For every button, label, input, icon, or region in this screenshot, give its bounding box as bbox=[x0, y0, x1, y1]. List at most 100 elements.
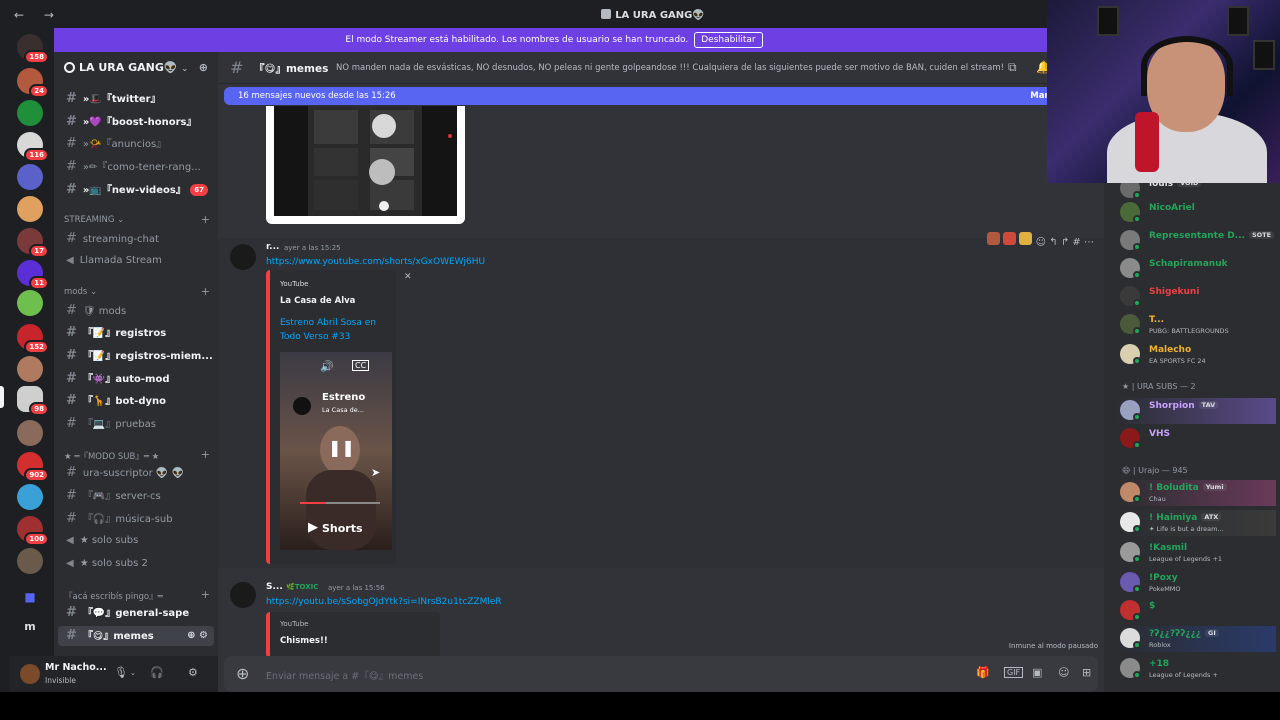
embed-provider[interactable]: YouTube bbox=[280, 620, 308, 628]
member-item[interactable]: VHS bbox=[1116, 426, 1276, 452]
channel-registros-miembros[interactable]: ▸#『📝』registros-miem... bbox=[58, 346, 214, 366]
server-icon-8[interactable]: 11 bbox=[17, 260, 49, 290]
server-header[interactable]: LA URA GANG👽 ⌄ ⊕ bbox=[54, 52, 218, 84]
server-icon-4[interactable]: 116 bbox=[17, 132, 49, 162]
channel-streaming-chat[interactable]: # streaming-chat bbox=[58, 229, 214, 249]
channel-mods[interactable]: # 🛡 mods bbox=[58, 301, 214, 321]
channel-solo-subs-2[interactable]: ◀ ★ solo subs 2 bbox=[58, 554, 214, 574]
message-composer[interactable]: ⊕ Enviar mensaje a #『😋』memes 🎁 GIF ▣ ☺ ⊞ bbox=[224, 656, 1098, 692]
channel-ura-suscriptor[interactable]: # ura-suscriptor 👽 👽 bbox=[58, 463, 214, 483]
server-icon-la-ura-gang[interactable]: 98 bbox=[17, 386, 49, 416]
category-mods[interactable]: mods ⌄ + bbox=[64, 285, 210, 298]
channel-settings-icons[interactable]: ⊕ ⚙ bbox=[187, 626, 208, 646]
member-item[interactable]: +18 League of Legends + bbox=[1116, 656, 1276, 682]
avatar[interactable] bbox=[230, 582, 256, 608]
embed-author[interactable]: La Casa de Alva bbox=[280, 296, 355, 306]
channel-llamada-stream[interactable]: ◀ Llamada Stream bbox=[58, 251, 214, 271]
server-icon-17[interactable] bbox=[17, 548, 43, 574]
member-item[interactable]: $ bbox=[1116, 598, 1276, 624]
folder-icon[interactable]: ■ bbox=[17, 584, 43, 610]
member-item[interactable]: Shigekuni bbox=[1116, 284, 1276, 310]
server-icon-14[interactable]: 902 bbox=[17, 452, 49, 482]
close-icon[interactable]: ✕ bbox=[404, 272, 412, 282]
message-author[interactable]: S... bbox=[266, 582, 283, 592]
gift-icon[interactable]: 🎁 bbox=[976, 666, 990, 679]
channel-boost-honors[interactable]: ▸#»💜『boost-honors』 bbox=[58, 112, 214, 132]
forward-msg-icon[interactable]: ↱ bbox=[1061, 237, 1069, 248]
emoji-icon[interactable]: ☺ bbox=[1058, 666, 1069, 679]
member-item[interactable]: ! Boludita Yumi Chau bbox=[1116, 480, 1276, 506]
channel-anuncios[interactable]: ▸#»📯『anuncios』 bbox=[58, 134, 214, 154]
server-icon-7[interactable]: 17 bbox=[17, 228, 49, 258]
member-item[interactable]: NicoAriel bbox=[1116, 200, 1276, 226]
threads-icon[interactable]: ⧉ bbox=[1008, 60, 1017, 75]
embed-title[interactable]: Chismes!! bbox=[280, 636, 328, 646]
channel-auto-mod[interactable]: ▸#『👾』auto-mod bbox=[58, 369, 214, 389]
volume-icon[interactable]: 🔊 bbox=[320, 360, 334, 373]
server-icon-6[interactable] bbox=[17, 196, 43, 222]
member-item[interactable]: !Poxy PokeMMO bbox=[1116, 570, 1276, 596]
channel-bot-dyno[interactable]: ▸#『🦒』bot-dyno bbox=[58, 391, 214, 411]
apps-icon[interactable]: ⊞ bbox=[1082, 666, 1091, 679]
plus-icon[interactable]: + bbox=[201, 213, 210, 226]
channel-pruebas[interactable]: # 『💻』pruebas bbox=[58, 414, 214, 434]
composer-placeholder[interactable]: Enviar mensaje a #『😋』memes bbox=[266, 668, 423, 682]
channel-registros[interactable]: ▸#『📝』registros bbox=[58, 323, 214, 343]
server-icon-2[interactable]: 24 bbox=[17, 68, 49, 98]
thread-icon[interactable]: # bbox=[1072, 237, 1080, 248]
member-item[interactable]: ?ʔ¿¿?ʔʔ¿¿¿ GI Roblox bbox=[1116, 626, 1276, 652]
member-item[interactable]: Schapiramanuk bbox=[1116, 256, 1276, 282]
server-icon-16[interactable]: 100 bbox=[17, 516, 49, 546]
channel-solo-subs[interactable]: ◀ ★ solo subs bbox=[58, 531, 214, 551]
gif-icon[interactable]: GIF bbox=[1004, 667, 1024, 678]
message-link[interactable]: https://www.youtube.com/shorts/xGxOWEWj6… bbox=[266, 257, 485, 267]
plus-icon[interactable]: + bbox=[201, 285, 210, 298]
avatar[interactable] bbox=[20, 664, 40, 684]
member-item[interactable]: Representante D... SOTE bbox=[1116, 228, 1276, 254]
server-icon-5[interactable] bbox=[17, 164, 43, 190]
channel-new-videos[interactable]: ▸#»📺『new-videos』67 bbox=[58, 180, 214, 200]
embed-title[interactable]: Estreno Abril Sosa en Todo Verso #33 bbox=[280, 316, 396, 344]
server-icon-15[interactable] bbox=[17, 484, 43, 510]
video-player[interactable]: 🔊 CC Estreno La Casa de... ❚❚ ➤ Shorts ▶ bbox=[280, 352, 392, 550]
member-item[interactable]: Malecho EA SPORTS FC 24 bbox=[1116, 342, 1276, 368]
new-messages-bar[interactable]: 16 mensajes nuevos desde las 15:26Marcar… bbox=[224, 87, 1104, 105]
member-item[interactable]: T... PUBG: BATTLEGROUNDS bbox=[1116, 312, 1276, 338]
gear-icon[interactable]: ⚙ bbox=[188, 666, 198, 679]
reaction-icon[interactable] bbox=[1019, 232, 1033, 245]
category-streaming[interactable]: STREAMING ⌄ + bbox=[64, 213, 210, 226]
plus-icon[interactable]: + bbox=[201, 588, 210, 601]
channel-twitter[interactable]: ▸#»🎩『twitter』 bbox=[58, 89, 214, 109]
plus-icon[interactable]: ⊕ bbox=[236, 664, 249, 683]
category-modo-sub[interactable]: ★ ═『MODO SUB』═ ★ + bbox=[64, 448, 210, 462]
message[interactable]: S... 🌿TOXIC ayer a las 15:56 https://you… bbox=[218, 578, 1104, 658]
avatar[interactable] bbox=[230, 244, 256, 270]
reaction-icon[interactable] bbox=[987, 232, 1001, 245]
disable-streamer-button[interactable]: Deshabilitar bbox=[694, 32, 763, 48]
cc-icon[interactable]: CC bbox=[352, 360, 370, 371]
reply-icon[interactable]: ↰ bbox=[1049, 237, 1057, 248]
server-icon-11[interactable] bbox=[17, 356, 43, 382]
server-icon-10[interactable]: 152 bbox=[17, 324, 49, 354]
message-author[interactable]: r... bbox=[266, 242, 279, 252]
server-icon-9[interactable] bbox=[17, 290, 43, 316]
channel-server-cs[interactable]: # 『🎮』server-cs bbox=[58, 486, 214, 506]
add-user-icon[interactable]: ⊕ bbox=[199, 61, 208, 74]
embed-provider[interactable]: YouTube bbox=[280, 280, 308, 288]
channel-musica-sub[interactable]: # 『🎧』música-sub bbox=[58, 509, 214, 529]
channel-topic[interactable]: NO manden nada de esvásticas, NO desnudo… bbox=[336, 63, 1004, 73]
member-item[interactable]: Shorpion TAV bbox=[1116, 398, 1276, 424]
image-attachment[interactable] bbox=[266, 106, 465, 224]
emoji-icon[interactable]: ☺ bbox=[1036, 237, 1046, 248]
server-icon-13[interactable] bbox=[17, 420, 43, 446]
more-icon[interactable]: ⋯ bbox=[1084, 237, 1094, 248]
user-name[interactable]: Mr Nacho... bbox=[45, 662, 107, 673]
channel-general-sape[interactable]: ▸#『💬』general-sape bbox=[58, 603, 214, 623]
member-item[interactable]: !Kasmil League of Legends +1 bbox=[1116, 540, 1276, 566]
reaction-icon[interactable] bbox=[1003, 232, 1017, 245]
chevron-down-icon[interactable]: ⌄ bbox=[130, 669, 136, 677]
pause-icon[interactable]: ❚❚ bbox=[328, 438, 355, 457]
server-icon-m[interactable]: m bbox=[17, 614, 43, 640]
category-general[interactable]: 『acá escribís pingo』═ + bbox=[64, 588, 210, 602]
member-item[interactable]: ! Haimiya ATX ✦ Life is but a dream... bbox=[1116, 510, 1276, 536]
